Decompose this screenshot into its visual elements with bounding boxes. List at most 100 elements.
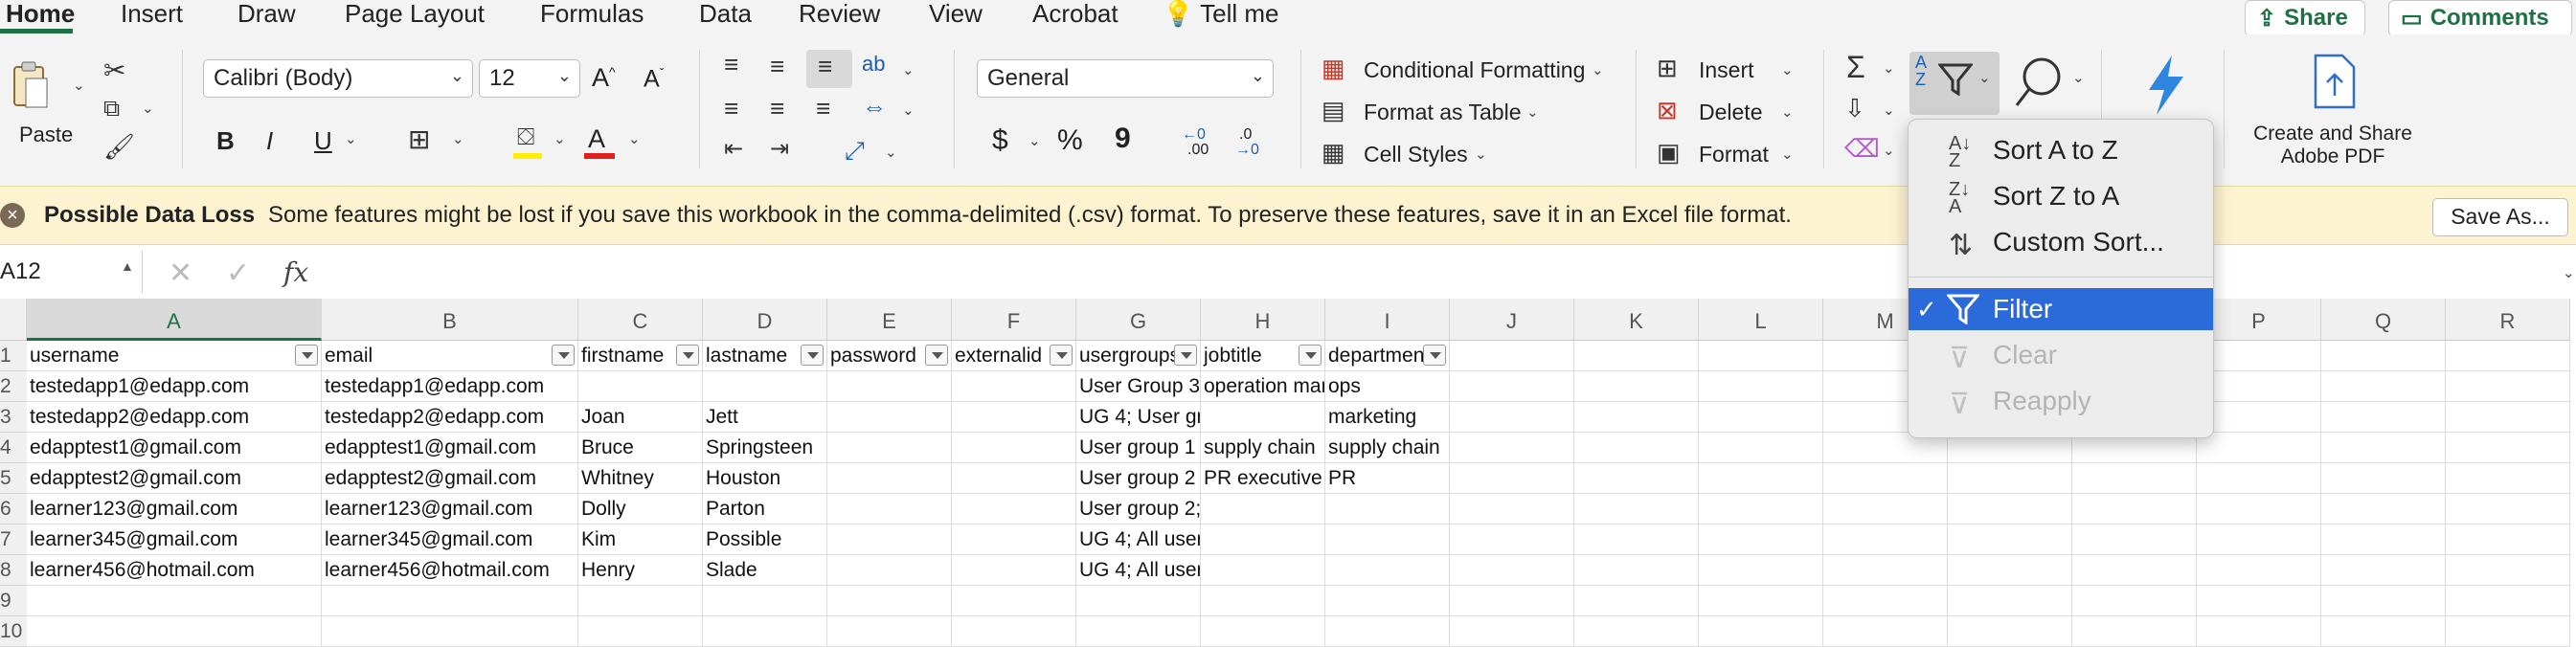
empty-cell[interactable]: [1325, 616, 1450, 647]
decrease-decimal-button[interactable]: .0 →0: [1235, 126, 1277, 161]
empty-cell[interactable]: [2321, 586, 2446, 616]
decrease-font-size-icon[interactable]: Aˇ: [644, 65, 664, 93]
empty-cell[interactable]: [1948, 524, 2072, 555]
empty-cell[interactable]: [2197, 586, 2321, 616]
row-header[interactable]: 1: [0, 341, 27, 371]
empty-cell[interactable]: [827, 616, 952, 647]
eraser-icon[interactable]: ⌫: [1844, 136, 1880, 161]
table-cell[interactable]: Possible: [703, 524, 827, 555]
empty-cell[interactable]: [2072, 463, 2197, 494]
empty-cell[interactable]: [1450, 616, 1574, 647]
header-cell[interactable]: department: [1325, 341, 1450, 371]
table-cell[interactable]: [827, 371, 952, 402]
empty-cell[interactable]: [952, 586, 1076, 616]
format-as-table-button[interactable]: ▤ Format as Table ⌄: [1322, 96, 1551, 130]
column-header-c[interactable]: C: [578, 299, 703, 341]
table-cell[interactable]: Whitney: [578, 463, 703, 494]
empty-cell[interactable]: [2197, 433, 2321, 463]
empty-cell[interactable]: [2446, 616, 2570, 647]
table-cell[interactable]: supply chain: [1325, 433, 1450, 463]
empty-cell[interactable]: [1823, 616, 1948, 647]
column-header-i[interactable]: I: [1325, 299, 1450, 341]
menu-item-custom-sort[interactable]: ⇅ Custom Sort...: [1909, 221, 2213, 263]
empty-cell[interactable]: [2446, 555, 2570, 586]
find-select-button[interactable]: ⌄: [2013, 54, 2085, 111]
table-cell[interactable]: marketing: [1325, 402, 1450, 433]
table-cell[interactable]: [952, 402, 1076, 433]
empty-cell[interactable]: [1823, 463, 1948, 494]
format-cells-button[interactable]: ▣ Format ⌄: [1657, 138, 1800, 172]
tab-insert[interactable]: Insert: [121, 0, 183, 27]
row-header[interactable]: 6: [0, 494, 27, 524]
table-cell[interactable]: operation manager: [1201, 371, 1325, 402]
empty-cell[interactable]: [1699, 463, 1823, 494]
align-top-icon[interactable]: ≡: [724, 52, 738, 77]
empty-cell[interactable]: [2446, 371, 2570, 402]
filter-dropdown-button[interactable]: [295, 345, 318, 366]
table-cell[interactable]: Kim: [578, 524, 703, 555]
empty-cell[interactable]: [827, 586, 952, 616]
empty-cell[interactable]: [2072, 586, 2197, 616]
empty-cell[interactable]: [1450, 402, 1574, 433]
empty-cell[interactable]: [1450, 433, 1574, 463]
tab-formulas[interactable]: Formulas: [540, 0, 644, 27]
empty-cell[interactable]: [2446, 586, 2570, 616]
table-cell[interactable]: Henry: [578, 555, 703, 586]
table-cell[interactable]: Bruce: [578, 433, 703, 463]
header-cell[interactable]: email: [322, 341, 578, 371]
save-as-button[interactable]: Save As...: [2432, 198, 2568, 236]
row-header[interactable]: 9: [0, 586, 27, 616]
empty-cell[interactable]: [2446, 402, 2570, 433]
fill-chevron-icon[interactable]: ⌄: [1883, 101, 1895, 119]
empty-cell[interactable]: [322, 616, 578, 647]
table-cell[interactable]: supply chain: [1201, 433, 1325, 463]
empty-cell[interactable]: [2321, 433, 2446, 463]
fill-chevron-icon[interactable]: ⌄: [554, 130, 566, 147]
empty-cell[interactable]: [1574, 586, 1699, 616]
table-cell[interactable]: Jett: [703, 402, 827, 433]
header-cell[interactable]: externalid: [952, 341, 1076, 371]
column-header-r[interactable]: R: [2446, 299, 2570, 341]
column-header-l[interactable]: L: [1699, 299, 1823, 341]
delete-cells-button[interactable]: ⊠ Delete ⌄: [1657, 96, 1800, 130]
tab-review[interactable]: Review: [799, 0, 880, 27]
table-cell[interactable]: PR: [1325, 463, 1450, 494]
empty-cell[interactable]: [1450, 555, 1574, 586]
table-cell[interactable]: edapptest2@gmail.com: [27, 463, 322, 494]
empty-cell[interactable]: [1450, 494, 1574, 524]
empty-cell[interactable]: [1699, 494, 1823, 524]
filter-dropdown-button[interactable]: [676, 345, 699, 366]
tab-view[interactable]: View: [929, 0, 983, 27]
autosum-chevron-icon[interactable]: ⌄: [1883, 59, 1895, 77]
table-cell[interactable]: [952, 371, 1076, 402]
empty-cell[interactable]: [1699, 524, 1823, 555]
table-cell[interactable]: [952, 463, 1076, 494]
table-cell[interactable]: learner345@gmail.com: [27, 524, 322, 555]
tab-draw[interactable]: Draw: [237, 0, 296, 27]
text-orientation-chevron-icon[interactable]: ⌄: [885, 144, 897, 161]
filter-dropdown-button[interactable]: [1174, 345, 1197, 366]
table-cell[interactable]: Parton: [703, 494, 827, 524]
empty-cell[interactable]: [1574, 494, 1699, 524]
empty-cell[interactable]: [1574, 616, 1699, 647]
increase-indent-icon[interactable]: ⇥: [770, 138, 789, 161]
menu-item-sort-a-to-z[interactable]: A↓ Z Sort A to Z: [1909, 129, 2213, 171]
empty-cell[interactable]: [1450, 524, 1574, 555]
row-header[interactable]: 5: [0, 463, 27, 494]
empty-cell[interactable]: [2321, 555, 2446, 586]
currency-icon[interactable]: $: [992, 124, 1008, 157]
column-header-k[interactable]: K: [1574, 299, 1699, 341]
insert-function-button[interactable]: fx: [283, 257, 308, 288]
table-cell[interactable]: [952, 524, 1076, 555]
row-header[interactable]: 4: [0, 433, 27, 463]
empty-cell[interactable]: [1574, 371, 1699, 402]
comments-button[interactable]: ▭ Comments: [2388, 0, 2572, 36]
font-size-select[interactable]: 12 ⌄: [479, 59, 580, 98]
column-header-e[interactable]: E: [827, 299, 952, 341]
empty-cell[interactable]: [1574, 341, 1699, 371]
tab-home[interactable]: Home: [6, 0, 75, 27]
empty-cell[interactable]: [1948, 463, 2072, 494]
tab-acrobat[interactable]: Acrobat: [1032, 0, 1119, 27]
conditional-formatting-button[interactable]: ▦ Conditional Formatting ⌄: [1322, 54, 1609, 88]
table-cell[interactable]: learner123@gmail.com: [322, 494, 578, 524]
